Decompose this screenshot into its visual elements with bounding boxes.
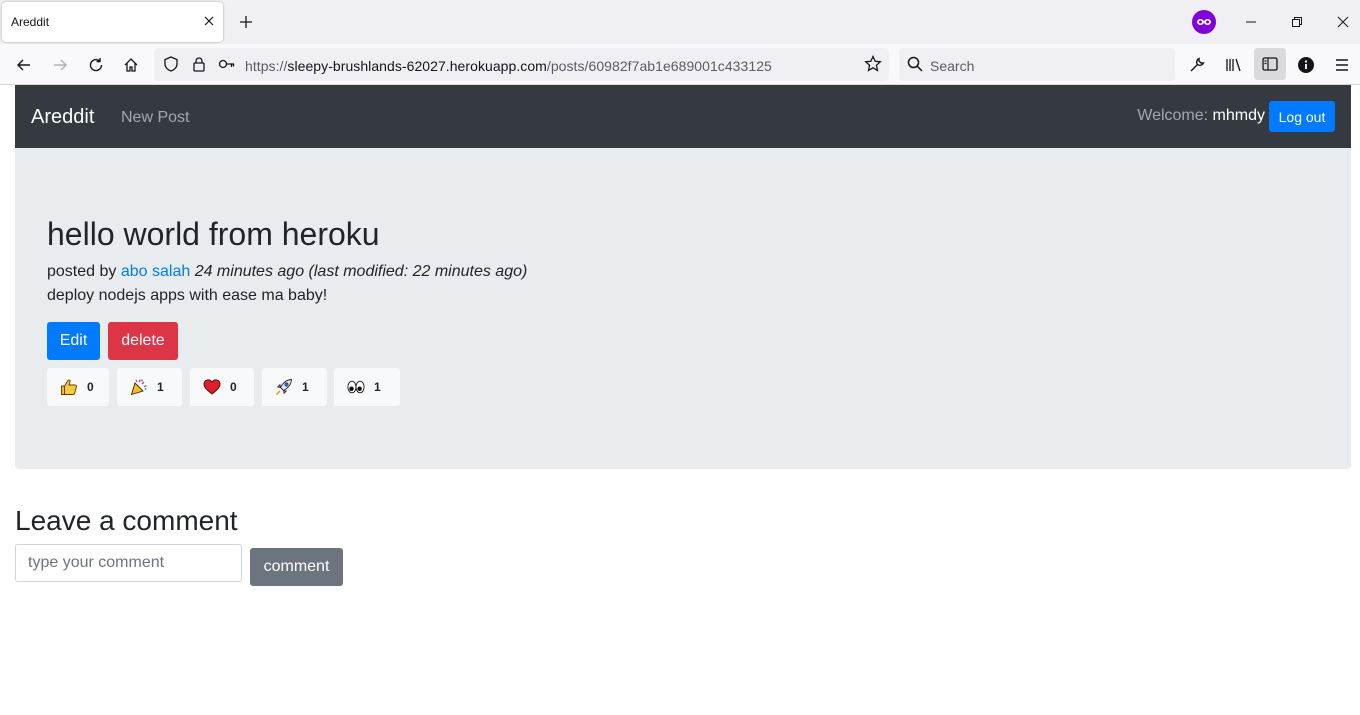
private-browsing-icon	[1192, 10, 1216, 34]
sidebar-icon	[1257, 51, 1283, 77]
reaction-heart-button[interactable]: 0	[190, 368, 254, 406]
bookmark-star-icon[interactable]	[860, 51, 886, 77]
browser-toolbar: https://sleepy-brushlands-62027.herokuap…	[0, 44, 1360, 85]
reaction-count: 1	[374, 380, 381, 394]
back-icon[interactable]	[11, 52, 37, 78]
restore-icon[interactable]	[1282, 8, 1312, 36]
shield-icon[interactable]	[158, 51, 184, 77]
post-title: hello world from heroku	[47, 216, 380, 252]
post-time: 24 minutes ago (last modified: 22 minute…	[194, 263, 528, 280]
browser-tab-bar: Areddit	[0, 0, 1360, 44]
close-window-icon[interactable]	[1328, 8, 1358, 36]
url-bar[interactable]: https://sleepy-brushlands-62027.herokuap…	[154, 48, 889, 81]
app-navbar: Areddit New Post Welcome: mhmdy Log out	[15, 85, 1351, 148]
search-bar[interactable]: Search	[899, 48, 1175, 81]
search-icon	[902, 51, 928, 77]
post-body: deploy nodejs apps with ease ma baby!	[47, 287, 328, 304]
forward-icon[interactable]	[47, 52, 73, 78]
reaction-count: 0	[230, 380, 237, 394]
reload-icon[interactable]	[83, 52, 109, 78]
reaction-count: 1	[157, 380, 164, 394]
welcome-text: Welcome: mhmdy	[1137, 107, 1265, 124]
key-icon[interactable]	[214, 51, 240, 77]
eyes-icon	[347, 378, 365, 396]
post-card: hello world from heroku posted by abo sa…	[15, 148, 1351, 469]
browser-tab[interactable]: Areddit	[2, 2, 223, 42]
close-tab-icon[interactable]	[198, 10, 220, 32]
post-meta: posted by abo salah 24 minutes ago (last…	[47, 263, 528, 280]
search-placeholder: Search	[930, 58, 975, 74]
lock-icon[interactable]	[186, 51, 212, 77]
info-icon[interactable]	[1293, 52, 1319, 78]
new-tab-icon[interactable]	[234, 10, 258, 34]
author-link[interactable]: abo salah	[121, 263, 190, 280]
username: mhmdy	[1212, 107, 1265, 124]
comment-heading: Leave a comment	[15, 505, 238, 536]
new-post-link[interactable]: New Post	[121, 109, 189, 127]
delete-button[interactable]: delete	[108, 322, 178, 360]
menu-icon[interactable]	[1329, 52, 1355, 78]
reaction-count: 0	[87, 380, 94, 394]
reaction-eyes-button[interactable]: 1	[334, 368, 400, 406]
edit-button[interactable]: Edit	[47, 322, 100, 360]
party-popper-icon	[130, 378, 148, 396]
library-icon[interactable]	[1221, 52, 1247, 78]
wrench-icon[interactable]	[1184, 52, 1210, 78]
reaction-count: 1	[302, 380, 309, 394]
tab-title: Areddit	[11, 15, 50, 29]
reaction-party-button[interactable]: 1	[117, 368, 182, 406]
sidebar-toggle-button[interactable]	[1254, 48, 1286, 80]
url-text: https://sleepy-brushlands-62027.herokuap…	[245, 58, 772, 74]
minimize-icon[interactable]	[1236, 8, 1266, 36]
brand-link[interactable]: Areddit	[31, 106, 94, 129]
home-icon[interactable]	[118, 52, 144, 78]
heart-icon	[203, 378, 221, 396]
reaction-rocket-button[interactable]: 1	[262, 368, 327, 406]
reaction-thumbs-up-button[interactable]: 0	[47, 368, 109, 406]
logout-button[interactable]: Log out	[1269, 101, 1335, 132]
comment-submit-button[interactable]: comment	[250, 548, 343, 586]
comment-input[interactable]	[15, 544, 242, 582]
thumbs-up-icon	[60, 378, 78, 396]
rocket-icon	[275, 378, 293, 396]
